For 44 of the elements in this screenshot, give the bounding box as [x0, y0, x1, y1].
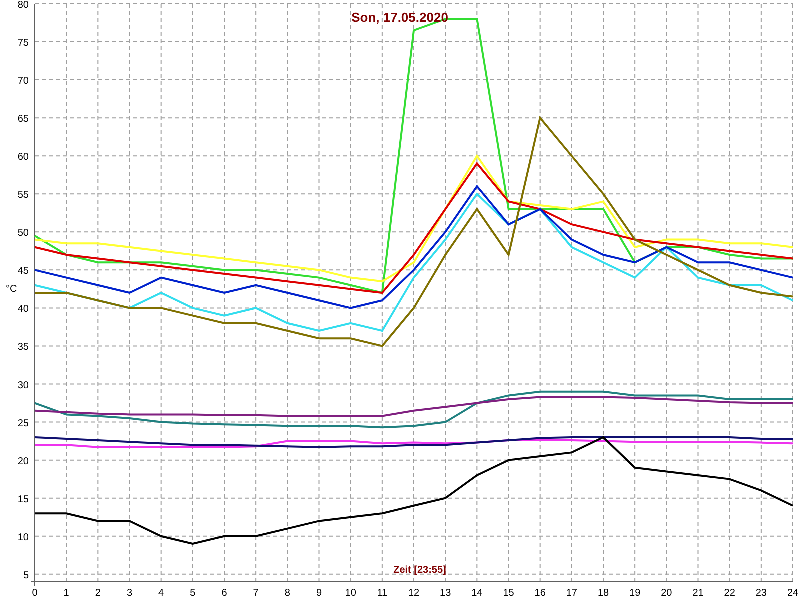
y-tick-label: 80 [18, 0, 29, 11]
chart-title: Son, 17.05.2020 [352, 10, 448, 25]
y-tick-label: 30 [18, 380, 29, 392]
x-tick-label: 5 [190, 588, 196, 599]
y-tick-label: 75 [18, 38, 29, 50]
x-tick-label: 24 [787, 588, 799, 599]
y-tick-label: 60 [18, 152, 29, 164]
x-tick-label: 4 [158, 588, 164, 599]
x-tick-label: 21 [692, 588, 704, 599]
x-tick-label: 7 [253, 588, 259, 599]
x-tick-label: 16 [534, 588, 546, 599]
y-tick-label: 65 [18, 114, 29, 126]
x-tick-label: 3 [126, 588, 133, 599]
y-tick-label: 50 [18, 228, 29, 240]
x-tick-label: 14 [472, 588, 483, 599]
y-tick-label: 55 [18, 190, 29, 202]
x-tick-label: 12 [408, 588, 420, 599]
y-tick-label: 40 [18, 304, 29, 316]
x-tick-label: 6 [222, 588, 228, 599]
x-tick-label: 1 [64, 588, 70, 599]
x-tick-label: 2 [95, 588, 101, 599]
x-tick-label: 0 [32, 588, 38, 599]
y-tick-label: 45 [18, 266, 29, 278]
x-tick-label: 20 [661, 588, 672, 599]
y-tick-label: 25 [18, 418, 29, 430]
x-tick-label: 9 [316, 588, 322, 599]
x-axis-label: Zeit [23:55] [394, 565, 446, 576]
x-tick-label: 22 [724, 588, 736, 599]
x-tick-label: 11 [377, 588, 388, 599]
x-tick-label: 10 [345, 588, 356, 599]
x-tick-label: 15 [503, 588, 514, 599]
x-tick-label: 19 [630, 588, 641, 599]
y-axis-label: °C [6, 284, 18, 295]
y-tick-label: 20 [18, 456, 29, 468]
x-tick-label: 13 [440, 588, 452, 599]
x-tick-label: 18 [598, 588, 610, 599]
x-tick-label: 23 [756, 588, 767, 599]
y-tick-label: 70 [18, 76, 29, 88]
y-tick-label: 5 [23, 570, 29, 582]
y-tick-label: 15 [18, 494, 29, 506]
y-tick-label: 10 [18, 532, 29, 544]
x-tick-label: 8 [284, 588, 290, 599]
x-tick-label: 17 [566, 588, 578, 599]
y-tick-label: 35 [18, 342, 29, 354]
